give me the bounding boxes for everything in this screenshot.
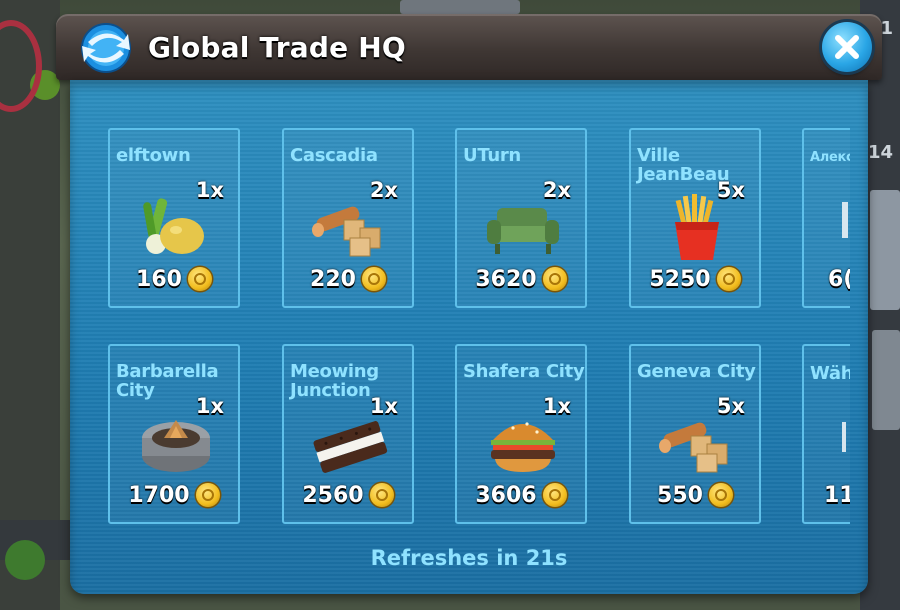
city-name: UTurn	[463, 145, 521, 166]
listing-card[interactable]: Алекс 6(	[802, 128, 850, 308]
city-name: elftown	[116, 145, 191, 166]
price: 220	[310, 266, 356, 292]
coin-icon	[369, 483, 394, 507]
coin-icon	[542, 483, 567, 507]
price-row: 3606	[457, 480, 585, 510]
city-name: Shafera City	[463, 361, 585, 382]
listing-card[interactable]: Ville JeanBeau 5x 5250	[629, 128, 761, 308]
price-row: 3620	[457, 264, 585, 294]
listing-card[interactable]: Barbarella City 1x 1700	[108, 344, 240, 524]
price: 1700	[128, 482, 190, 508]
trade-panel: elftown 1x 160 Cascadia 2x 220 UTurn 2x …	[70, 80, 868, 594]
close-icon	[835, 35, 859, 59]
price: 11	[824, 482, 850, 508]
listing-card[interactable]: Cascadia 2x 220	[282, 128, 414, 308]
price-row: 550	[631, 480, 759, 510]
refresh-timer: Refreshes in 21s	[370, 546, 568, 570]
fire-pit-icon	[142, 420, 210, 472]
green-couch-icon	[487, 208, 559, 254]
price: 3606	[475, 482, 537, 508]
listing-card[interactable]: UTurn 2x 3620	[455, 128, 587, 308]
side-number-mid: 14	[868, 142, 894, 163]
ice-cream-sandwich-icon	[313, 421, 388, 473]
price-row: 5250	[631, 264, 759, 294]
city-name: Wäh	[810, 363, 850, 384]
price: 2560	[302, 482, 364, 508]
coin-icon	[708, 483, 733, 507]
close-button[interactable]	[822, 22, 872, 72]
globe-trade-icon	[78, 20, 134, 76]
city-name: Geneva City	[637, 361, 756, 382]
partial-item-icon	[842, 422, 846, 452]
listing-card[interactable]: Meowing Junction 1x 2560	[282, 344, 414, 524]
coin-icon	[187, 267, 212, 291]
price-row: 6(	[804, 264, 850, 294]
leek-potato-icon	[143, 198, 204, 254]
burger-icon	[491, 422, 555, 472]
coin-icon	[716, 267, 741, 291]
coin-icon	[195, 483, 220, 507]
price-row: 2560	[284, 480, 412, 510]
dialog-title: Global Trade HQ	[148, 31, 406, 64]
price: 160	[136, 266, 182, 292]
price: 5250	[649, 266, 711, 292]
listing-card[interactable]: Wäh 11	[802, 344, 850, 524]
coin-icon	[542, 267, 567, 291]
wood-planks-icon	[312, 206, 381, 257]
price: 3620	[475, 266, 537, 292]
wood-planks-icon	[659, 422, 728, 473]
price: 6(	[828, 266, 850, 292]
listing-card[interactable]: Geneva City 5x 550	[629, 344, 761, 524]
french-fries-icon	[675, 194, 719, 260]
price-row: 11	[804, 480, 850, 510]
price-row: 1700	[110, 480, 238, 510]
city-name: Cascadia	[290, 145, 378, 166]
price-row: 160	[110, 264, 238, 294]
listing-card[interactable]: Shafera City 1x 3606	[455, 344, 587, 524]
partial-item-icon	[842, 202, 848, 238]
city-name: Алекс	[810, 150, 850, 165]
price: 550	[657, 482, 703, 508]
listings-grid[interactable]: elftown 1x 160 Cascadia 2x 220 UTurn 2x …	[108, 128, 850, 548]
listing-card[interactable]: elftown 1x 160	[108, 128, 240, 308]
price-row: 220	[284, 264, 412, 294]
coin-icon	[361, 267, 386, 291]
